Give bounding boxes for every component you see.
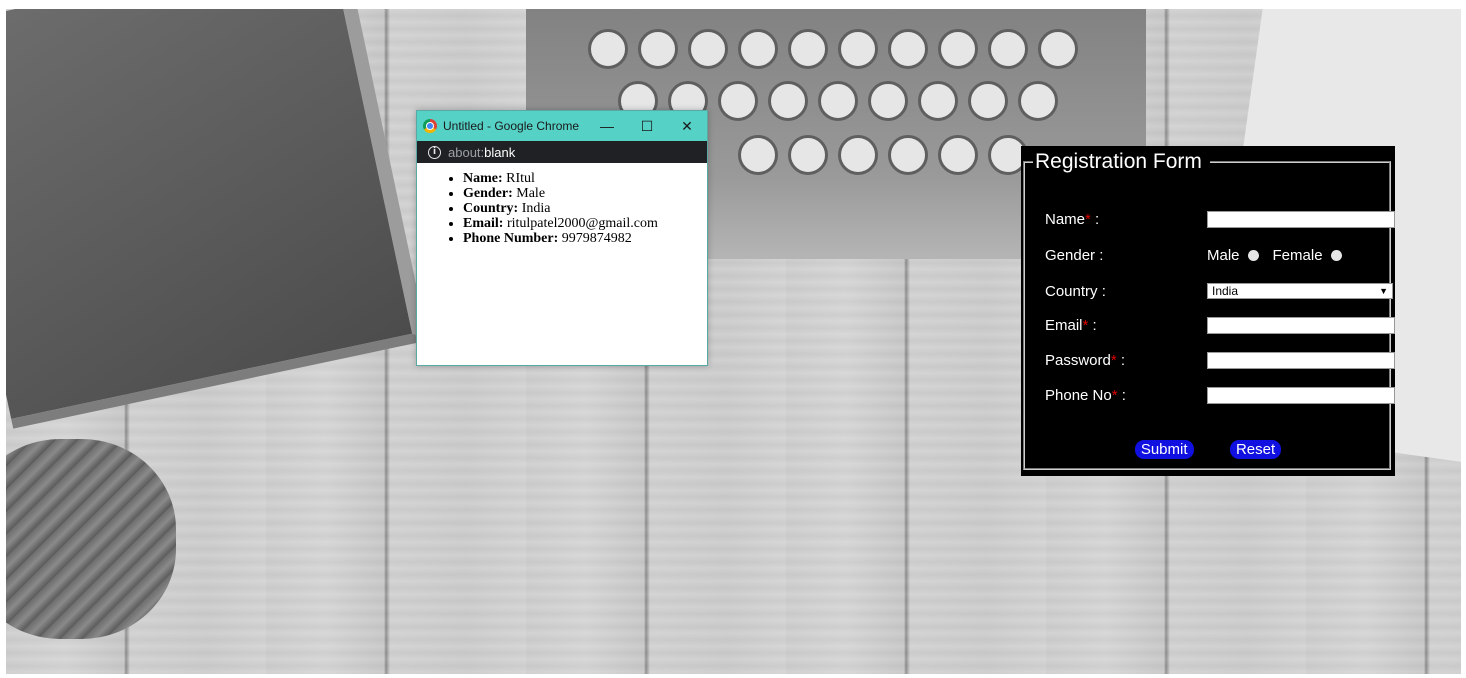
list-item: Phone Number: 9979874982 xyxy=(463,231,707,246)
typewriter-key xyxy=(838,29,878,69)
typewriter-key xyxy=(768,81,808,121)
popup-content: Name: RItul Gender: Male Country: India … xyxy=(417,171,707,246)
form-buttons: Submit Reset xyxy=(1021,440,1395,459)
form-legend: Registration Form xyxy=(1035,150,1202,173)
gender-option-female-label: Female xyxy=(1272,246,1323,264)
detail-label: Name: xyxy=(463,171,503,186)
name-row: Name* : xyxy=(1045,208,1395,230)
detail-value: RItul xyxy=(506,171,535,186)
typewriter-key xyxy=(738,135,778,175)
dropdown-arrow-icon: ▼ xyxy=(1379,286,1388,296)
detail-value: India xyxy=(521,201,551,216)
typewriter-key xyxy=(718,81,758,121)
typewriter-key xyxy=(1018,81,1058,121)
typewriter-key xyxy=(938,135,978,175)
maximize-button[interactable]: ☐ xyxy=(627,118,667,135)
gender-female-radio[interactable] xyxy=(1330,249,1342,261)
country-select[interactable]: India ▼ xyxy=(1207,283,1393,299)
typewriter-key xyxy=(818,81,858,121)
typewriter-key xyxy=(918,81,958,121)
detail-label: Country: xyxy=(463,201,519,216)
url-path: blank xyxy=(484,144,516,160)
email-row: Email* : xyxy=(1045,314,1395,336)
detail-value: ritulpatel2000@gmail.com xyxy=(506,216,658,231)
minimize-button[interactable]: — xyxy=(587,118,627,134)
name-label: Name* : xyxy=(1045,210,1100,228)
detail-value: Male xyxy=(516,186,546,201)
window-title: Untitled - Google Chrome xyxy=(443,119,580,133)
typewriter-key xyxy=(838,135,878,175)
chrome-popup-window[interactable]: Untitled - Google Chrome — ☐ ✕ i about: b… xyxy=(416,110,708,366)
required-mark: * xyxy=(1085,210,1091,228)
detail-value: 9979874982 xyxy=(561,231,632,246)
typewriter-key xyxy=(788,29,828,69)
typewriter-key xyxy=(868,81,908,121)
list-item: Name: RItul xyxy=(463,171,707,186)
detail-label: Email: xyxy=(463,216,504,231)
required-mark: * xyxy=(1111,386,1118,404)
list-item: Gender: Male xyxy=(463,186,707,201)
details-list: Name: RItul Gender: Male Country: India … xyxy=(417,171,707,246)
typewriter-key xyxy=(738,29,778,69)
password-label: Password* : xyxy=(1045,351,1126,369)
password-row: Password* : xyxy=(1045,349,1395,371)
typewriter-key xyxy=(588,29,628,69)
phone-input[interactable] xyxy=(1207,386,1395,404)
email-input[interactable] xyxy=(1207,316,1395,334)
list-item: Country: India xyxy=(463,201,707,216)
registration-form: Registration Form Name* : Gender : Male … xyxy=(1021,146,1395,476)
address-bar[interactable]: i about: blank xyxy=(417,141,707,163)
phone-row: Phone No* : xyxy=(1045,384,1395,406)
gender-row: Gender : Male Female xyxy=(1045,244,1395,266)
password-input[interactable] xyxy=(1207,351,1395,369)
typewriter-key xyxy=(1038,29,1078,69)
typewriter-key xyxy=(968,81,1008,121)
phone-label: Phone No* : xyxy=(1045,386,1126,404)
detail-label: Phone Number: xyxy=(463,231,559,246)
list-item: Email: ritulpatel2000@gmail.com xyxy=(463,216,707,231)
reset-button[interactable]: Reset xyxy=(1229,440,1282,459)
country-label: Country : xyxy=(1045,282,1106,300)
url-scheme: about: xyxy=(448,144,485,160)
country-selected-value: India xyxy=(1212,284,1239,298)
required-mark: * xyxy=(1082,316,1089,334)
typewriter-key xyxy=(988,29,1028,69)
detail-label: Gender: xyxy=(463,186,513,201)
typewriter-key xyxy=(688,29,728,69)
required-mark: * xyxy=(1110,351,1117,369)
popup-titlebar[interactable]: Untitled - Google Chrome — ☐ ✕ xyxy=(417,111,707,141)
typewriter-key xyxy=(788,135,828,175)
submit-button[interactable]: Submit xyxy=(1134,440,1194,459)
name-input[interactable] xyxy=(1207,210,1395,228)
gender-label: Gender : xyxy=(1045,246,1104,264)
country-row: Country : India ▼ xyxy=(1045,280,1395,302)
gender-option-male-label: Male xyxy=(1207,246,1240,264)
form-fieldset: Registration Form xyxy=(1023,150,1391,470)
close-button[interactable]: ✕ xyxy=(667,118,707,135)
pine-cone-image xyxy=(6,439,176,639)
email-label: Email* : xyxy=(1045,316,1097,334)
typewriter-key xyxy=(638,29,678,69)
gender-male-radio[interactable] xyxy=(1247,249,1259,261)
typewriter-key xyxy=(888,29,928,69)
info-icon[interactable]: i xyxy=(428,145,441,159)
chrome-logo-icon xyxy=(423,119,437,133)
typewriter-key xyxy=(938,29,978,69)
typewriter-key xyxy=(888,135,928,175)
